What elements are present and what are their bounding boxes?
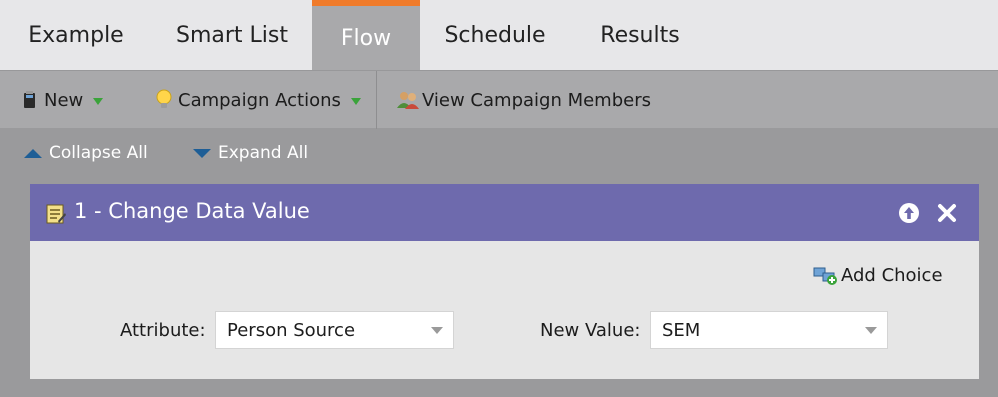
collapse-icon <box>24 148 42 158</box>
new-button[interactable]: New <box>22 71 104 129</box>
collapse-all-button[interactable]: Collapse All <box>24 143 148 163</box>
add-choice-icon <box>813 267 837 285</box>
chevron-down-icon <box>350 97 361 105</box>
expand-all-button[interactable]: Expand All <box>193 143 308 163</box>
expand-icon <box>193 148 211 158</box>
campaign-actions-button[interactable]: Campaign Actions <box>155 71 361 129</box>
chevron-down-icon <box>93 97 104 105</box>
tab-results[interactable]: Results <box>570 0 710 70</box>
expand-all-label: Expand All <box>218 143 309 163</box>
tab-bar: Example Smart List Flow Schedule Results <box>0 0 998 70</box>
collapse-all-label: Collapse All <box>49 143 148 163</box>
flow-controls: Collapse All Expand All <box>0 130 998 182</box>
attribute-select[interactable]: Person Source <box>215 311 454 349</box>
flow-step-card: 1 - Change Data Value Add Choice Attribu… <box>30 184 979 379</box>
chevron-down-icon <box>431 327 443 334</box>
flow-step-header[interactable]: 1 - Change Data Value <box>30 184 979 241</box>
tab-example[interactable]: Example <box>0 0 152 70</box>
new-icon <box>24 91 35 108</box>
add-choice-label: Add Choice <box>841 264 943 286</box>
view-campaign-members-button[interactable]: View Campaign Members <box>396 71 651 129</box>
close-icon[interactable] <box>936 202 958 224</box>
attribute-label: Attribute: <box>120 320 206 341</box>
new-value-select-value: SEM <box>662 319 701 341</box>
tab-schedule[interactable]: Schedule <box>420 0 570 70</box>
toolbar: New Campaign Actions View Campaign Membe… <box>0 70 998 129</box>
tab-flow[interactable]: Flow <box>312 0 420 70</box>
tab-smart-list[interactable]: Smart List <box>152 0 312 70</box>
toolbar-divider <box>376 71 377 129</box>
flow-step-title: 1 - Change Data Value <box>74 199 310 223</box>
new-value-select[interactable]: SEM <box>650 311 888 349</box>
new-button-label: New <box>44 89 84 111</box>
chevron-down-icon <box>865 327 877 334</box>
add-choice-button[interactable]: Add Choice <box>813 264 943 286</box>
members-icon <box>397 92 419 109</box>
campaign-actions-label: Campaign Actions <box>178 89 341 111</box>
change-data-value-icon <box>46 204 66 224</box>
move-up-icon[interactable] <box>898 202 920 224</box>
new-value-label: New Value: <box>540 320 641 341</box>
view-campaign-members-label: View Campaign Members <box>422 89 651 111</box>
attribute-select-value: Person Source <box>227 319 356 341</box>
lightbulb-icon <box>156 89 172 108</box>
